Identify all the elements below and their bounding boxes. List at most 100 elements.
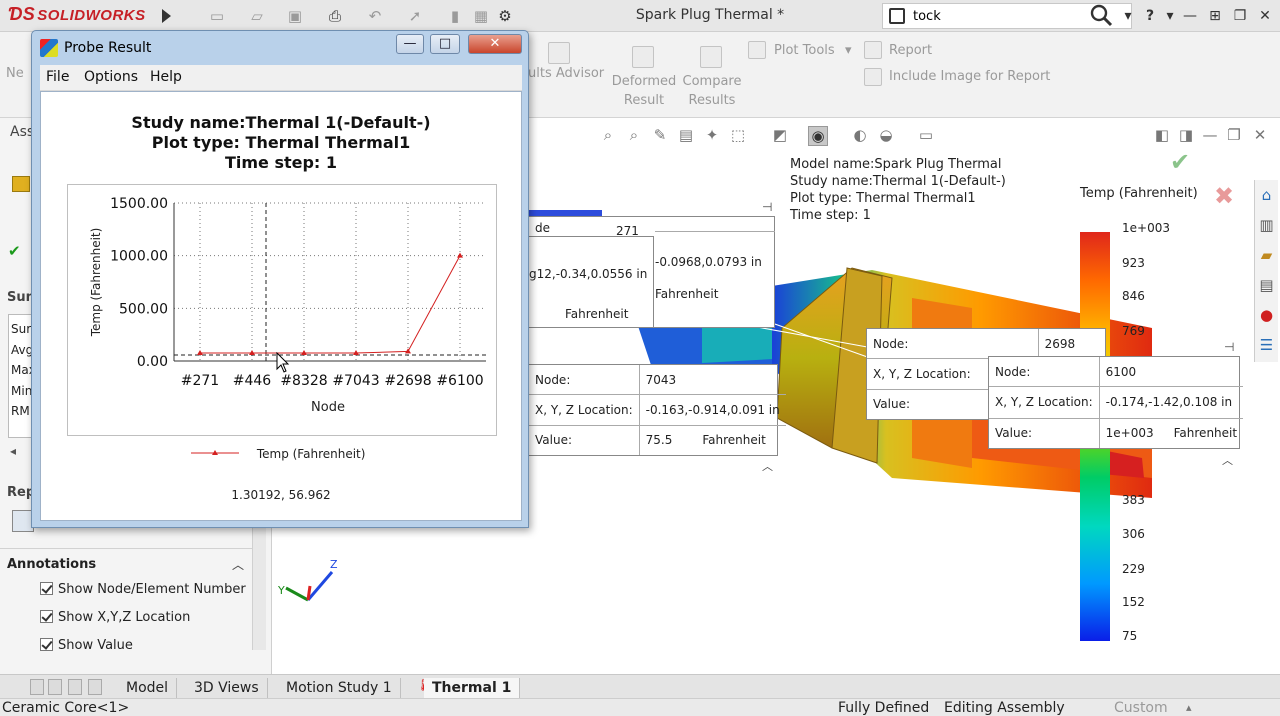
tab-model[interactable]: Model (118, 678, 178, 698)
search-icon[interactable] (1090, 4, 1114, 28)
show-location-checkbox-row[interactable]: Show X,Y,Z Location (40, 607, 190, 629)
solidworks-logo[interactable]: ƊS SOLIDWORKS (8, 4, 146, 25)
new-doc-icon[interactable]: ▭ (206, 6, 228, 26)
first-tab-button[interactable] (30, 679, 44, 695)
tab-motion-study[interactable]: Motion Study 1 (278, 678, 401, 698)
checkbox-checked[interactable] (40, 638, 53, 651)
report-button[interactable]: Report (889, 43, 932, 58)
next-tab-button[interactable] (68, 679, 82, 695)
probe-callout-6100[interactable]: Node: 6100 X, Y, Z Location: -0.174,-1.42,… (988, 356, 1244, 449)
view-palette-icon[interactable]: ▤ (1255, 270, 1278, 300)
probe-result-dialog[interactable]: Probe Result — □ ✕ File Options Help Stu… (31, 30, 529, 528)
maximize-icon[interactable]: □ (430, 34, 460, 54)
design-library-icon[interactable]: ▥ (1255, 210, 1278, 240)
file-props-icon[interactable]: ▦ (470, 6, 492, 26)
undo-icon[interactable]: ↶ (364, 6, 386, 26)
close-icon[interactable]: ✕ (1250, 126, 1270, 146)
show-node-checkbox-row[interactable]: Show Node/Element Number (40, 579, 246, 601)
file-explorer-icon[interactable]: ▰ (1255, 240, 1278, 270)
previous-view-icon[interactable]: ✎ (650, 126, 670, 146)
pane-left-icon[interactable]: ◧ (1152, 126, 1172, 146)
section-view-icon[interactable]: ▤ (676, 126, 696, 146)
cancel-x-icon[interactable]: ✖ (1214, 182, 1234, 210)
menu-file[interactable]: File (46, 69, 69, 85)
collapse-callout-icon[interactable]: ︿ (762, 458, 773, 474)
menu-help[interactable]: Help (150, 69, 182, 85)
menu-options[interactable]: Options (84, 69, 138, 85)
home-icon[interactable]: ⌂ (1255, 180, 1278, 210)
view-orientation-icon[interactable]: ⬚ (728, 126, 748, 146)
temperature-line-chart[interactable]: 1500.00 1000.00 500.00 0.00 #271 #446 #8328 #70… (68, 185, 498, 437)
minimize-icon[interactable]: — (1200, 126, 1220, 146)
zoom-area-icon[interactable]: ⌕ (624, 126, 644, 146)
chevron-down-icon[interactable]: ▾ (1160, 7, 1180, 25)
chevron-down-icon[interactable]: ▾ (845, 43, 852, 58)
probe-callout-7043[interactable]: Node: 7043 X, Y, Z Location: -0.163,-0.914… (528, 364, 786, 456)
play-arrow-icon[interactable] (156, 6, 176, 26)
collapse-annotations-icon[interactable]: ︿ (232, 556, 244, 573)
scroll-left-icon[interactable]: ◂ (10, 444, 16, 458)
tile-icon[interactable]: ⊞ (1205, 7, 1225, 25)
dynamic-annotation-icon[interactable]: ✦ (702, 126, 722, 146)
minimize-icon[interactable]: — (1180, 7, 1200, 25)
collapse-callout-icon[interactable]: ︿ (1222, 452, 1233, 468)
rebuild-icon[interactable]: ▮ (444, 6, 466, 26)
checkbox-checked[interactable] (40, 610, 53, 623)
zoom-to-fit-icon[interactable]: ⌕ (598, 126, 618, 146)
tab-3d-views[interactable]: 3D Views (186, 678, 268, 698)
minimize-icon[interactable]: — (396, 34, 424, 54)
temp-number: 1e+003 (1105, 426, 1154, 441)
hide-show-icon[interactable]: ◉ (808, 126, 828, 146)
units-dropdown[interactable]: Custom (1114, 699, 1168, 716)
panel-scrollbar[interactable] (252, 528, 266, 650)
checkbox-checked[interactable] (40, 582, 53, 595)
value-label: Value: (529, 425, 640, 455)
last-tab-button[interactable] (88, 679, 102, 695)
summary-row-label: Avg (11, 342, 34, 357)
gear-icon[interactable]: ⚙ (494, 6, 516, 26)
pin-icon[interactable]: ⊣ (762, 200, 772, 214)
chevron-up-icon[interactable]: ▴ (1186, 699, 1192, 716)
ok-check-icon[interactable]: ✔ (8, 242, 21, 260)
save-icon[interactable]: ▣ (284, 6, 306, 26)
probe-callout-partial-front[interactable]: g12,-0.34,0.0556 in Fahrenheit (528, 236, 654, 328)
close-icon[interactable]: ✕ (1255, 7, 1275, 25)
plot-tools-button[interactable]: Plot Tools (774, 43, 835, 58)
show-value-checkbox-row[interactable]: Show Value (40, 635, 133, 657)
include-image-button[interactable]: Include Image for Report (889, 69, 1050, 84)
mouse-cursor-icon (276, 352, 290, 373)
open-icon[interactable]: ▱ (246, 6, 268, 26)
compare-results-icon (700, 46, 722, 68)
chart-legend: Temp (Fahrenheit) (191, 447, 365, 461)
search-input[interactable] (913, 7, 1083, 25)
select-icon[interactable]: ➚ (404, 6, 426, 26)
compare-results-button[interactable]: Compare Results (676, 72, 748, 110)
y-axis-label: Temp (Fahrenheit) (89, 228, 103, 338)
view-settings-icon[interactable]: ▭ (916, 126, 936, 146)
location-label: X, Y, Z Location: (989, 386, 1100, 419)
help-button[interactable]: ? (1140, 7, 1160, 25)
deformed-result-button[interactable]: Deformed Result (608, 72, 680, 110)
x-axis-label: Node (311, 400, 345, 415)
results-advisor-button[interactable]: ults Advisor (528, 66, 604, 81)
pane-right-icon[interactable]: ◨ (1176, 126, 1196, 146)
scene-icon[interactable]: ◒ (876, 126, 896, 146)
restore-icon[interactable]: ❐ (1230, 7, 1250, 25)
custom-properties-icon[interactable]: ☰ (1255, 330, 1278, 360)
data-point (457, 252, 463, 258)
prev-tab-button[interactable] (48, 679, 62, 695)
confirm-check-icon[interactable]: ✔ (1170, 148, 1190, 176)
checkbox-label: Show X,Y,Z Location (58, 610, 191, 625)
tab-thermal[interactable]: Thermal 1 (424, 678, 521, 698)
chevron-down-icon[interactable]: ▾ (1118, 7, 1138, 25)
display-style-icon[interactable]: ◩ (770, 126, 790, 146)
appearances-icon[interactable]: ● (1255, 300, 1278, 330)
status-selection: Ceramic Core<1> (2, 700, 130, 716)
pin-icon[interactable]: ⊣ (1224, 340, 1234, 354)
new-study-label[interactable]: Ne (6, 66, 24, 81)
appearance-icon[interactable]: ◐ (850, 126, 870, 146)
print-icon[interactable]: ⎙ (324, 6, 346, 26)
restore-icon[interactable]: ❐ (1224, 126, 1244, 146)
close-icon[interactable]: ✕ (468, 34, 522, 54)
y-tick-label: 1000.00 (110, 249, 168, 265)
